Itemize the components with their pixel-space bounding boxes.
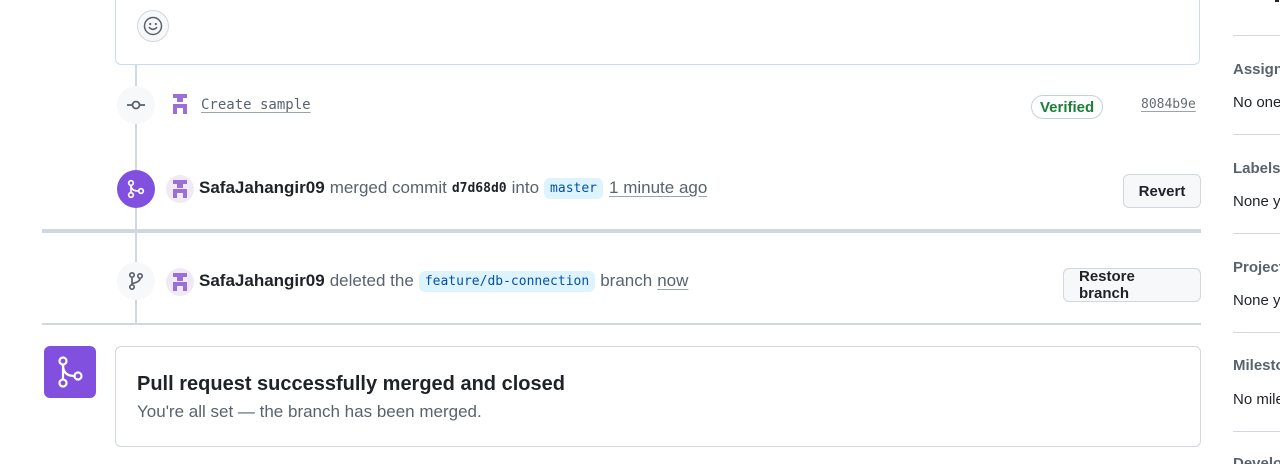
assignees-title[interactable]: Assignees (1233, 61, 1280, 78)
deleted-branch-pill[interactable]: feature/db-connection (418, 270, 596, 292)
sidebar: Assignees No one— Labels None yet Projec… (1225, 0, 1280, 464)
milestone-title[interactable]: Milestone (1233, 357, 1280, 374)
delete-action-text: deleted the (329, 271, 414, 290)
commit-message-link[interactable]: Create sample (201, 97, 311, 113)
assignees-value: No one— (1233, 94, 1280, 111)
comment-box (115, 0, 1200, 65)
development-title[interactable]: Development (1233, 455, 1280, 464)
merged-notice-subtitle: You're all set — the branch has been mer… (137, 402, 482, 421)
sidebar-separator (1233, 332, 1280, 333)
git-commit-icon (127, 100, 145, 110)
revert-button[interactable]: Revert (1123, 174, 1201, 208)
delete-user-avatar[interactable] (166, 268, 194, 296)
delete-time-link[interactable]: now (657, 271, 688, 291)
projects-value: None yet (1233, 292, 1280, 309)
merge-commit-link[interactable]: d7d68d0 (452, 181, 507, 196)
commit-badge (117, 86, 155, 124)
sidebar-separator (1233, 233, 1280, 234)
git-merge-icon (127, 179, 145, 199)
git-branch-icon (128, 271, 144, 291)
projects-title[interactable]: Projects (1233, 259, 1280, 276)
merge-time-link[interactable]: 1 minute ago (609, 178, 707, 198)
merge-user-link[interactable]: SafaJahangir09 (199, 178, 325, 198)
labels-title[interactable]: Labels (1233, 160, 1280, 177)
restore-branch-button[interactable]: Restore branch (1063, 268, 1201, 302)
merged-notice-title: Pull request successfully merged and clo… (137, 373, 565, 395)
merge-badge (117, 170, 155, 208)
delete-event-text: SafaJahangir09 deleted the feature/db-co… (199, 269, 688, 293)
delete-user-link[interactable]: SafaJahangir09 (199, 271, 325, 291)
sidebar-separator (1233, 134, 1280, 135)
commit-sha-link[interactable]: 8084b9e (1141, 97, 1196, 112)
smiley-icon (143, 16, 163, 36)
sidebar-separator (1233, 431, 1280, 432)
branch-word: branch (600, 271, 653, 290)
merged-notice-box: Pull request successfully merged and clo… (115, 346, 1201, 447)
merge-action-text: merged commit (329, 178, 447, 197)
add-reaction-button[interactable] (137, 10, 169, 42)
merged-status-icon (44, 346, 96, 398)
timeline-divider (42, 229, 1201, 233)
git-merge-icon (58, 356, 83, 388)
commit-author-avatar[interactable] (170, 94, 190, 114)
sidebar-top-fragment (1275, 0, 1279, 2)
into-text: into (511, 178, 540, 197)
milestone-value: No milestone (1233, 391, 1280, 408)
sidebar-separator (1233, 35, 1280, 36)
timeline-end-divider (42, 323, 1201, 325)
branch-badge (117, 262, 155, 300)
merge-event-text: SafaJahangir09 merged commit d7d68d0 int… (199, 176, 707, 200)
verified-badge[interactable]: Verified (1031, 95, 1104, 119)
labels-value: None yet (1233, 193, 1280, 210)
merge-user-avatar[interactable] (166, 175, 194, 203)
target-branch-pill[interactable]: master (544, 177, 604, 199)
